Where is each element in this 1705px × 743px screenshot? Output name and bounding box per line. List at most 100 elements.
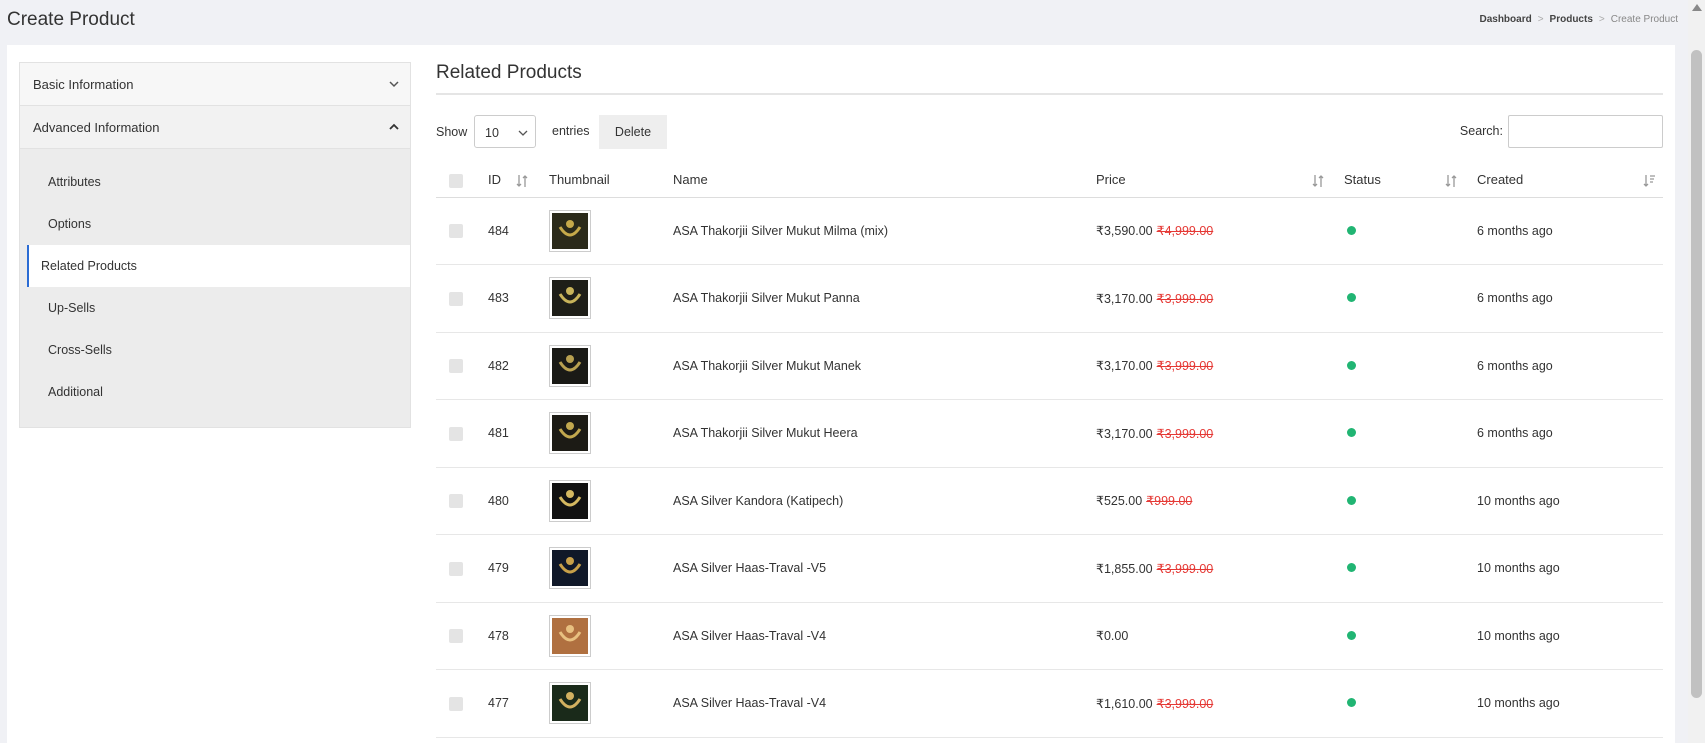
delete-button[interactable]: Delete bbox=[599, 115, 667, 149]
product-image bbox=[552, 685, 588, 722]
product-image bbox=[552, 415, 588, 452]
column-label: Price bbox=[1096, 172, 1126, 188]
sort-icon bbox=[1312, 175, 1324, 187]
product-thumbnail bbox=[549, 412, 591, 455]
product-image bbox=[552, 280, 588, 317]
status-active-dot bbox=[1347, 293, 1356, 303]
thumbnail-cell bbox=[549, 332, 673, 400]
table-row[interactable]: 479 ASA Silver Haas-Traval -V5 ₹1,855.00… bbox=[436, 534, 1663, 603]
row-select-cell bbox=[436, 534, 488, 603]
status-active-dot bbox=[1347, 630, 1356, 640]
product-name[interactable]: ASA Thakorjii Silver Mukut Milma (mix) bbox=[673, 197, 1096, 265]
row-checkbox[interactable] bbox=[449, 629, 463, 644]
table-row[interactable]: 480 ASA Silver Kandora (Katipech) ₹525.0… bbox=[436, 467, 1663, 535]
row-checkbox[interactable] bbox=[449, 224, 463, 239]
scroll-up-arrow-icon[interactable] bbox=[1692, 4, 1702, 11]
product-old-price: ₹3,999.00 bbox=[1156, 696, 1214, 711]
breadcrumb-dashboard[interactable]: Dashboard bbox=[1479, 14, 1531, 25]
product-price: ₹1,855.00 bbox=[1096, 561, 1153, 576]
sidebar-item-attributes[interactable]: Attributes bbox=[27, 161, 410, 203]
column-price[interactable]: Price bbox=[1096, 163, 1344, 198]
row-checkbox[interactable] bbox=[449, 696, 463, 711]
status-cell bbox=[1344, 669, 1477, 738]
row-checkbox[interactable] bbox=[449, 561, 463, 576]
sidebar-item-options[interactable]: Options bbox=[27, 203, 410, 245]
row-checkbox[interactable] bbox=[449, 359, 463, 374]
show-label: Show bbox=[436, 125, 468, 139]
product-id: 481 bbox=[488, 399, 549, 468]
created-date: 6 months ago bbox=[1477, 197, 1663, 265]
accordion-label: Basic Information bbox=[33, 76, 134, 92]
product-price: ₹0.00 bbox=[1096, 629, 1129, 644]
row-select-cell bbox=[436, 332, 488, 400]
column-name[interactable]: Name bbox=[673, 163, 1096, 198]
column-id[interactable]: ID bbox=[488, 163, 549, 198]
sidebar-item-related-products[interactable]: Related Products bbox=[27, 245, 410, 287]
search-input[interactable] bbox=[1508, 115, 1663, 148]
status-active-dot bbox=[1347, 360, 1356, 370]
thumbnail-cell bbox=[549, 197, 673, 265]
sidebar: Basic Information Advanced Information A… bbox=[19, 62, 411, 428]
table-row[interactable]: 484 ASA Thakorjii Silver Mukut Milma (mi… bbox=[436, 197, 1663, 265]
product-price: ₹3,170.00 bbox=[1096, 359, 1153, 374]
breadcrumb-separator: > bbox=[1537, 14, 1544, 25]
product-name[interactable]: ASA Silver Haas-Traval -V4 bbox=[673, 602, 1096, 670]
chevron-down-icon bbox=[518, 130, 528, 136]
row-checkbox[interactable] bbox=[449, 494, 463, 509]
product-thumbnail bbox=[549, 344, 591, 387]
product-thumbnail bbox=[549, 547, 591, 590]
product-name[interactable]: ASA Thakorjii Silver Mukut Manek bbox=[673, 332, 1096, 400]
created-date: 6 months ago bbox=[1477, 264, 1663, 333]
sidebar-item-up-sells[interactable]: Up-Sells bbox=[27, 287, 410, 329]
entries-select[interactable]: 10 bbox=[474, 115, 536, 148]
row-checkbox[interactable] bbox=[449, 291, 463, 306]
product-name[interactable]: ASA Silver Kandora (Katipech) bbox=[673, 467, 1096, 535]
product-name[interactable]: ASA Thakorjii Silver Mukut Panna bbox=[673, 264, 1096, 333]
table-row[interactable]: 483 ASA Thakorjii Silver Mukut Panna ₹3,… bbox=[436, 264, 1663, 333]
page-scrollbar[interactable] bbox=[1688, 0, 1705, 743]
breadcrumb-products[interactable]: Products bbox=[1550, 14, 1593, 25]
accordion-label: Advanced Information bbox=[33, 119, 160, 135]
select-all-checkbox[interactable] bbox=[449, 173, 463, 188]
table-row[interactable]: 477 ASA Silver Haas-Traval -V4 ₹1,610.00… bbox=[436, 669, 1663, 738]
status-active-dot bbox=[1347, 495, 1356, 505]
row-checkbox[interactable] bbox=[449, 426, 463, 441]
price-cell: ₹1,855.00 ₹3,999.00 bbox=[1096, 534, 1344, 603]
product-old-price: ₹3,999.00 bbox=[1156, 359, 1214, 374]
table-row[interactable]: 481 ASA Thakorjii Silver Mukut Heera ₹3,… bbox=[436, 399, 1663, 468]
product-image bbox=[552, 617, 588, 654]
product-thumbnail bbox=[549, 614, 591, 657]
sidebar-item-cross-sells[interactable]: Cross-Sells bbox=[27, 329, 410, 371]
column-label: Name bbox=[673, 172, 708, 188]
product-id: 478 bbox=[488, 602, 549, 670]
table-toolbar: Show 10 entries Delete Search: bbox=[436, 115, 1663, 151]
sidebar-item-additional[interactable]: Additional bbox=[27, 371, 410, 413]
product-name[interactable]: ASA Thakorjii Silver Mukut Heera bbox=[673, 399, 1096, 468]
status-cell bbox=[1344, 399, 1477, 468]
entries-select-value: 10 bbox=[485, 126, 499, 140]
main-panel: Related Products Show 10 entries Delete … bbox=[436, 62, 1663, 738]
row-select-cell bbox=[436, 399, 488, 468]
thumbnail-cell bbox=[549, 467, 673, 535]
status-active-dot bbox=[1347, 698, 1356, 708]
table-row[interactable]: 482 ASA Thakorjii Silver Mukut Manek ₹3,… bbox=[436, 332, 1663, 400]
column-status[interactable]: Status bbox=[1344, 163, 1477, 198]
scrollbar-thumb[interactable] bbox=[1691, 50, 1702, 698]
product-name[interactable]: ASA Silver Haas-Traval -V5 bbox=[673, 534, 1096, 603]
section-title: Related Products bbox=[436, 62, 1663, 95]
product-image bbox=[552, 482, 588, 519]
column-created[interactable]: Created bbox=[1477, 163, 1663, 198]
product-name[interactable]: ASA Silver Haas-Traval -V4 bbox=[673, 669, 1096, 738]
product-image bbox=[552, 212, 588, 249]
status-active-dot bbox=[1347, 563, 1356, 573]
created-date: 6 months ago bbox=[1477, 399, 1663, 468]
accordion-advanced-information[interactable]: Advanced Information bbox=[20, 106, 410, 149]
table-row[interactable]: 478 ASA Silver Haas-Traval -V4 ₹0.00 10 … bbox=[436, 602, 1663, 670]
chevron-up-icon bbox=[389, 123, 399, 130]
accordion-basic-information[interactable]: Basic Information bbox=[20, 63, 410, 106]
table-header-row: ID Thumbnail Name Price Status Created bbox=[436, 163, 1663, 198]
breadcrumb-separator: > bbox=[1598, 14, 1605, 25]
product-id: 484 bbox=[488, 197, 549, 265]
select-all-header bbox=[436, 163, 488, 198]
status-cell bbox=[1344, 332, 1477, 400]
